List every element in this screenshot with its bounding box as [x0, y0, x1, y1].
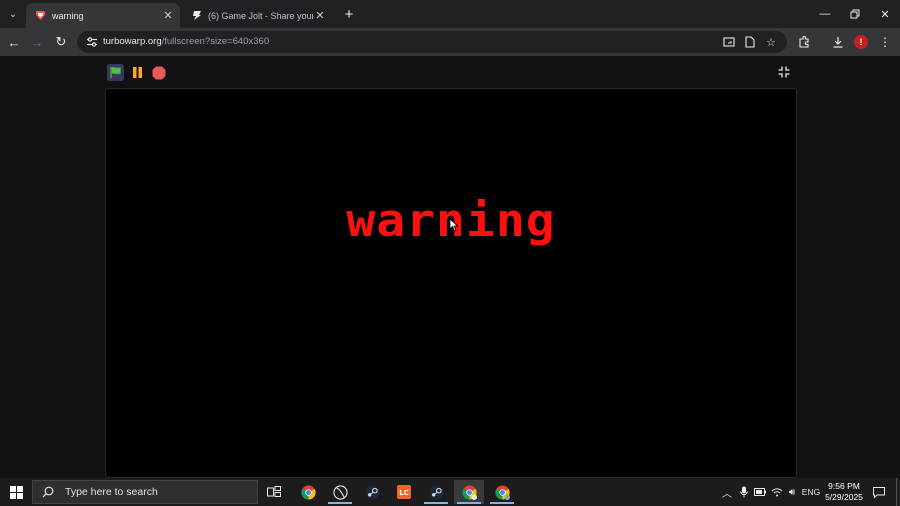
clock-date: 5/29/2025: [825, 492, 863, 502]
reload-icon: ↻: [55, 34, 67, 49]
taskbar-search-box[interactable]: Type here to search: [32, 480, 258, 504]
close-window-button[interactable]: ✕: [870, 4, 900, 24]
active-indicator: [424, 502, 448, 504]
taskbar-chrome-profile-2[interactable]: [487, 480, 517, 504]
tab-search-button[interactable]: ⌄: [4, 5, 22, 23]
chrome-icon: [300, 484, 316, 500]
windows-taskbar: Type here to search LC ︿ 🔊︎ ENG 9:56 PM: [0, 478, 900, 506]
windows-logo-icon: [9, 485, 23, 499]
pause-button[interactable]: [129, 64, 146, 81]
clock-time: 9:56 PM: [828, 481, 860, 491]
tray-wifi[interactable]: [770, 482, 784, 502]
tray-microphone[interactable]: [737, 482, 751, 502]
exit-fullscreen-icon: [778, 66, 790, 78]
reload-button[interactable]: ↻: [52, 33, 70, 51]
pause-icon: [133, 67, 142, 78]
arrow-left-icon: ←: [7, 34, 21, 50]
taskbar-chrome[interactable]: [293, 480, 323, 504]
stop-button[interactable]: [150, 64, 167, 81]
task-view-button[interactable]: [259, 480, 289, 504]
url-text: turbowarp.org/fullscreen?size=640x360: [103, 35, 269, 49]
plus-icon: +: [344, 5, 354, 23]
tab-game-jolt[interactable]: (6) Game Jolt - Share your creations ✕: [182, 3, 332, 28]
site-info-icon[interactable]: [85, 35, 99, 49]
tray-volume[interactable]: 🔊︎: [785, 482, 799, 502]
steam-icon: [428, 484, 444, 500]
tray-overflow-button[interactable]: ︿: [720, 482, 734, 502]
address-bar[interactable]: turbowarp.org/fullscreen?size=640x360 ☆: [77, 31, 787, 53]
profile-avatar[interactable]: !: [854, 35, 868, 49]
taskbar-steam-2[interactable]: [421, 480, 451, 504]
tray-battery[interactable]: [753, 482, 767, 502]
back-button[interactable]: ←: [5, 33, 23, 51]
taskbar-app[interactable]: [325, 480, 355, 504]
chrome-icon: [461, 484, 477, 500]
close-icon[interactable]: ✕: [161, 9, 175, 23]
show-desktop-button[interactable]: [896, 478, 900, 506]
battery-icon: [754, 488, 766, 496]
download-icon[interactable]: [829, 33, 847, 51]
steam-icon: [364, 484, 380, 500]
mouse-cursor-icon: [449, 218, 459, 232]
chevron-up-icon: ︿: [722, 488, 732, 500]
taskbar-steam[interactable]: [357, 480, 387, 504]
chrome-icon: [494, 484, 510, 500]
svg-text:LC: LC: [399, 489, 409, 497]
url-host: turbowarp.org: [103, 36, 162, 47]
minimize-button[interactable]: —: [810, 4, 840, 24]
start-button[interactable]: [0, 478, 32, 506]
active-indicator: [328, 502, 352, 504]
restore-button[interactable]: [840, 4, 870, 24]
cast-icon[interactable]: [721, 34, 737, 50]
notification-icon: [873, 486, 885, 498]
green-flag-button[interactable]: [107, 64, 124, 81]
url-path: /fullscreen?size=640x360: [161, 36, 270, 47]
install-app-icon[interactable]: [742, 34, 758, 50]
chevron-down-icon: ⌄: [8, 8, 18, 20]
browser-tab-strip: ⌄ warning ✕ (6) Game Jolt - Share your c…: [0, 0, 900, 28]
turbowarp-favicon-icon: [34, 10, 46, 22]
more-vertical-icon: ⋮: [879, 35, 891, 49]
new-tab-button[interactable]: +: [341, 5, 357, 23]
taskbar-lc-app[interactable]: LC: [389, 480, 419, 504]
arrow-right-icon: →: [30, 34, 44, 50]
tab-title: warning: [52, 10, 84, 21]
active-indicator: [457, 502, 481, 504]
project-stage[interactable]: warning: [105, 88, 797, 478]
profile-icon: !: [859, 37, 863, 47]
extensions-icon[interactable]: [795, 33, 813, 51]
taskbar-chrome-profile[interactable]: [454, 480, 484, 504]
wifi-icon: [771, 488, 783, 497]
lc-app-icon: LC: [397, 485, 411, 499]
tab-warning[interactable]: warning ✕: [26, 3, 180, 28]
close-icon[interactable]: ✕: [313, 9, 327, 23]
minimize-icon: —: [819, 8, 831, 20]
restore-icon: [850, 9, 860, 19]
search-icon: [41, 485, 55, 499]
active-indicator: [490, 502, 514, 504]
green-flag-icon: [110, 66, 121, 78]
gamejolt-favicon-icon: [190, 10, 202, 22]
task-view-icon: [267, 486, 281, 497]
tray-notifications[interactable]: [871, 482, 887, 502]
browser-toolbar: ← → ↻ turbowarp.org/fullscreen?size=640x…: [0, 28, 900, 56]
forward-button[interactable]: →: [28, 33, 46, 51]
close-icon: ✕: [880, 8, 890, 21]
app-globe-icon: [332, 484, 348, 500]
menu-button[interactable]: ⋮: [876, 33, 894, 51]
taskbar-clock[interactable]: 9:56 PM 5/29/2025: [818, 481, 870, 503]
exit-fullscreen-button[interactable]: [774, 63, 794, 81]
search-placeholder: Type here to search: [65, 486, 158, 498]
microphone-icon: [740, 486, 748, 498]
volume-icon: 🔊︎: [788, 486, 796, 498]
tab-title: (6) Game Jolt - Share your creations: [208, 10, 313, 21]
stop-icon: [152, 66, 165, 79]
star-icon[interactable]: ☆: [763, 34, 779, 50]
